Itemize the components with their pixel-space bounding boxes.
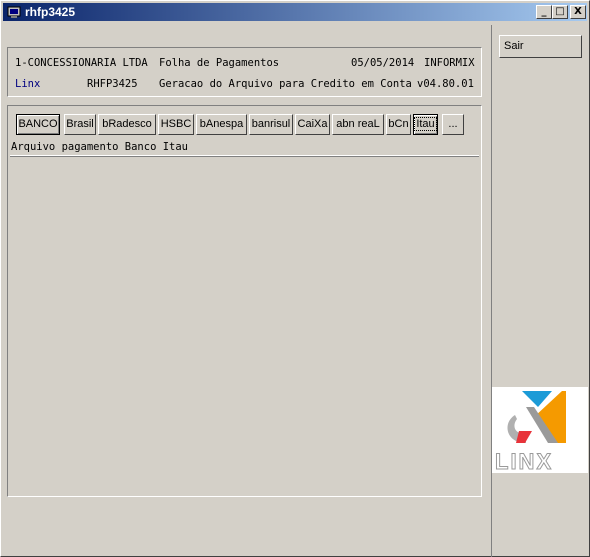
- bank-description: Arquivo pagamento Banco Itau: [11, 141, 189, 153]
- tab-caixa[interactable]: CaiXa: [295, 114, 330, 135]
- tab-banco[interactable]: BANCO: [16, 114, 60, 135]
- sair-button[interactable]: Sair: [499, 35, 582, 58]
- title-bar[interactable]: rhfp3425 _ □ X: [3, 3, 587, 21]
- tab-itau-label: Itau: [414, 117, 437, 131]
- tab-brasil[interactable]: Brasil: [64, 114, 96, 135]
- window-title: rhfp3425: [25, 5, 76, 19]
- bank-description-row: Arquivo pagamento Banco Itau: [10, 141, 479, 157]
- action-panel: [492, 25, 588, 557]
- close-button[interactable]: X: [570, 5, 586, 19]
- version-label: v04.80.01: [417, 78, 474, 90]
- maximize-button[interactable]: □: [552, 5, 568, 19]
- tab-hsbc[interactable]: HSBC: [158, 114, 194, 135]
- program-description: Geracao do Arquivo para Credito em Conta: [159, 78, 412, 90]
- brand-name: Linx: [15, 78, 41, 90]
- company-name: 1-CONCESSIONARIA LTDA: [15, 57, 148, 69]
- minimize-button[interactable]: _: [536, 5, 552, 19]
- program-code: RHFP3425: [87, 78, 138, 90]
- linx-x-icon: [507, 391, 566, 443]
- tab-abn-real[interactable]: abn reaL: [332, 114, 384, 135]
- tab-itau[interactable]: Itau: [413, 114, 438, 135]
- app-icon: [7, 6, 21, 18]
- tab-more[interactable]: ...: [442, 114, 464, 135]
- module-name: Folha de Pagamentos: [159, 57, 280, 69]
- tab-banespa[interactable]: bAnespa: [196, 114, 247, 135]
- tab-bradesco[interactable]: bRadesco: [98, 114, 156, 135]
- application-window: rhfp3425 _ □ X 1-CONCESSIONARIA LTDA Fol…: [0, 0, 590, 557]
- current-date: 05/05/2014: [351, 57, 415, 69]
- database-name: INFORMIX: [424, 57, 475, 69]
- linx-logo-text: LINX: [494, 449, 554, 475]
- header-panel: 1-CONCESSIONARIA LTDA Folha de Pagamento…: [7, 47, 482, 97]
- linx-logo: LINX: [492, 387, 588, 475]
- tab-bcn[interactable]: bCn: [386, 114, 411, 135]
- bank-panel: BANCO Brasil bRadesco HSBC bAnespa banri…: [7, 105, 482, 497]
- tab-banrisul[interactable]: banrisul: [249, 114, 293, 135]
